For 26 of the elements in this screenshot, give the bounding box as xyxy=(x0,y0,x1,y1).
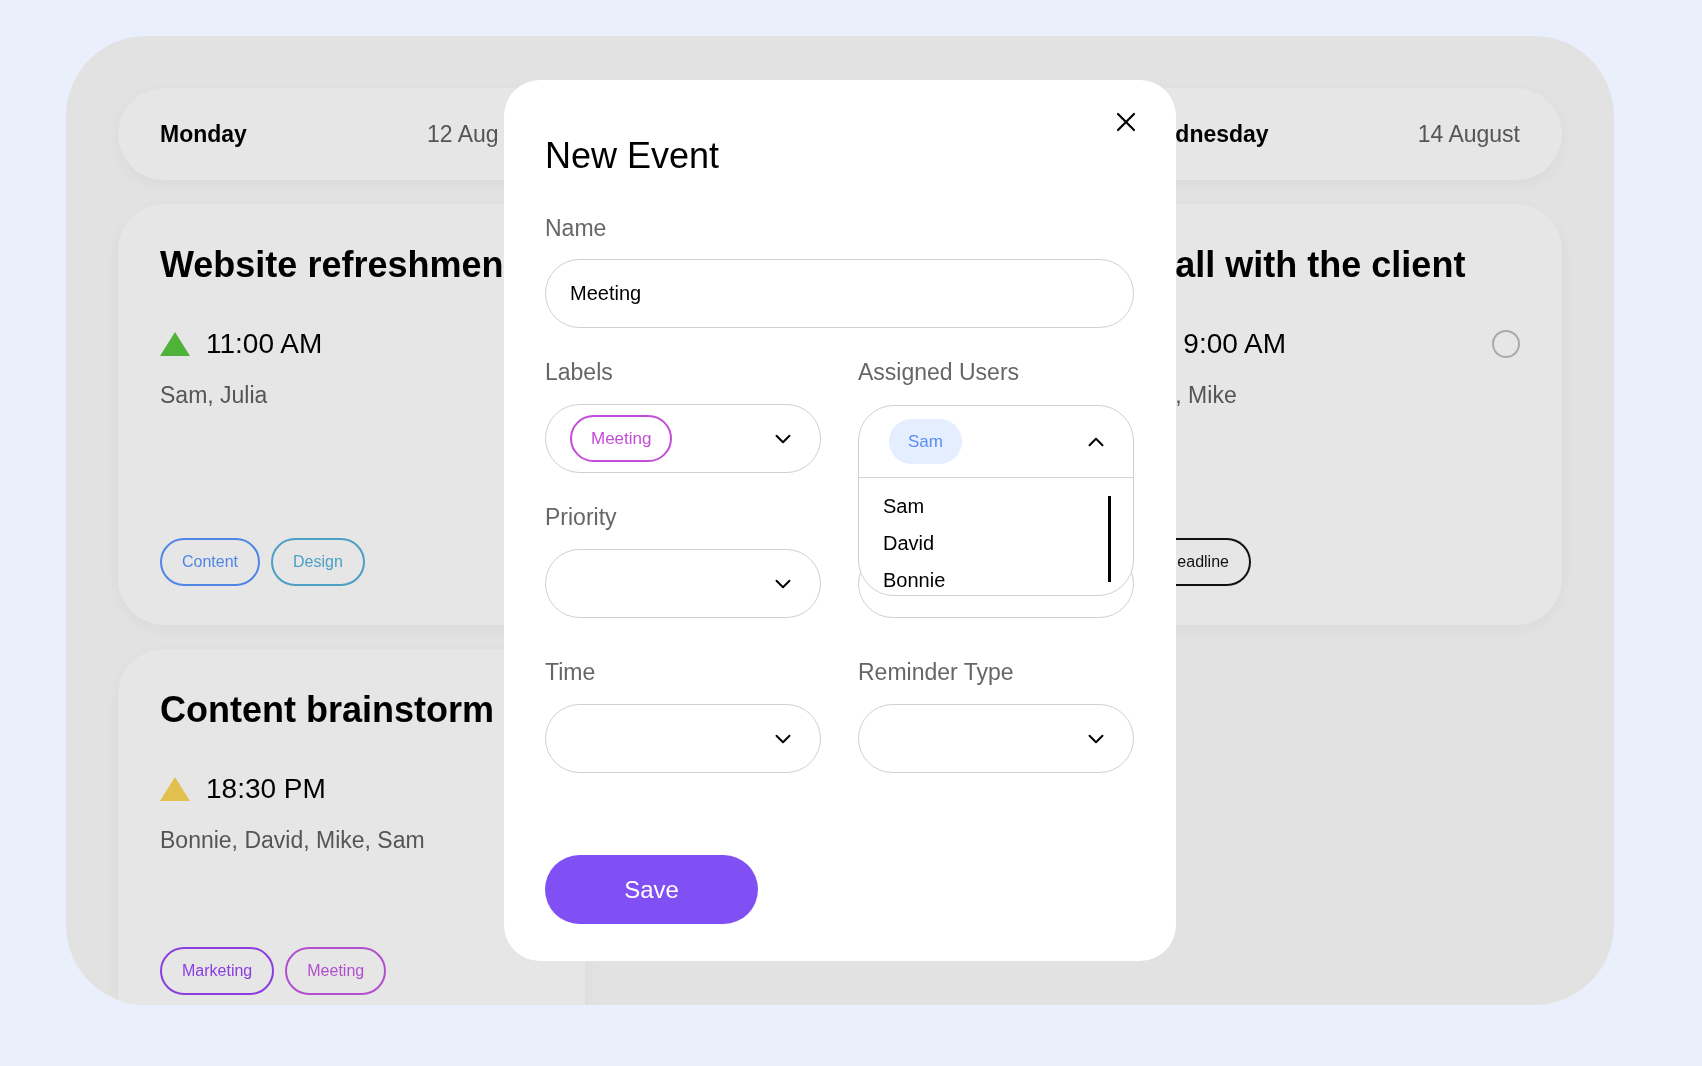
scrollbar[interactable] xyxy=(1108,496,1111,582)
dropdown-option[interactable]: Bonnie xyxy=(883,562,946,595)
day-date: 14 August xyxy=(1417,119,1520,149)
event-attendees: Bonnie, David, Mike, Sam xyxy=(160,826,425,855)
event-title: Content brainstorm xyxy=(160,688,494,732)
event-title: Website refreshmen xyxy=(160,243,504,287)
day-name: dnesday xyxy=(1175,119,1269,149)
day-name: Monday xyxy=(160,119,247,149)
tag[interactable]: Marketing xyxy=(160,947,275,995)
field-label: Reminder Type xyxy=(858,658,1014,686)
event-time: 11:00 AM xyxy=(206,327,323,361)
day-date: 12 Aug xyxy=(427,119,499,149)
event-attendees: Sam, Julia xyxy=(160,381,268,410)
dialog-title: New Event xyxy=(545,134,720,178)
dropdown-option[interactable]: David xyxy=(883,525,946,562)
event-time: 18:30 PM xyxy=(206,772,326,806)
select-field[interactable]: Meeting xyxy=(545,404,821,473)
dropdown-option[interactable]: Sam xyxy=(883,488,946,525)
completion-checkbox[interactable] xyxy=(1492,330,1520,358)
field-label: Assigned Users xyxy=(858,358,1020,386)
event-attendees: , Mike xyxy=(1175,381,1237,410)
save-button[interactable]: Save xyxy=(545,855,758,924)
name-input[interactable]: Meeting xyxy=(545,259,1134,328)
event-title: all with the client xyxy=(1175,243,1466,287)
label-chip[interactable]: Meeting xyxy=(570,415,673,462)
event-time: 9:00 AM xyxy=(1183,327,1287,361)
